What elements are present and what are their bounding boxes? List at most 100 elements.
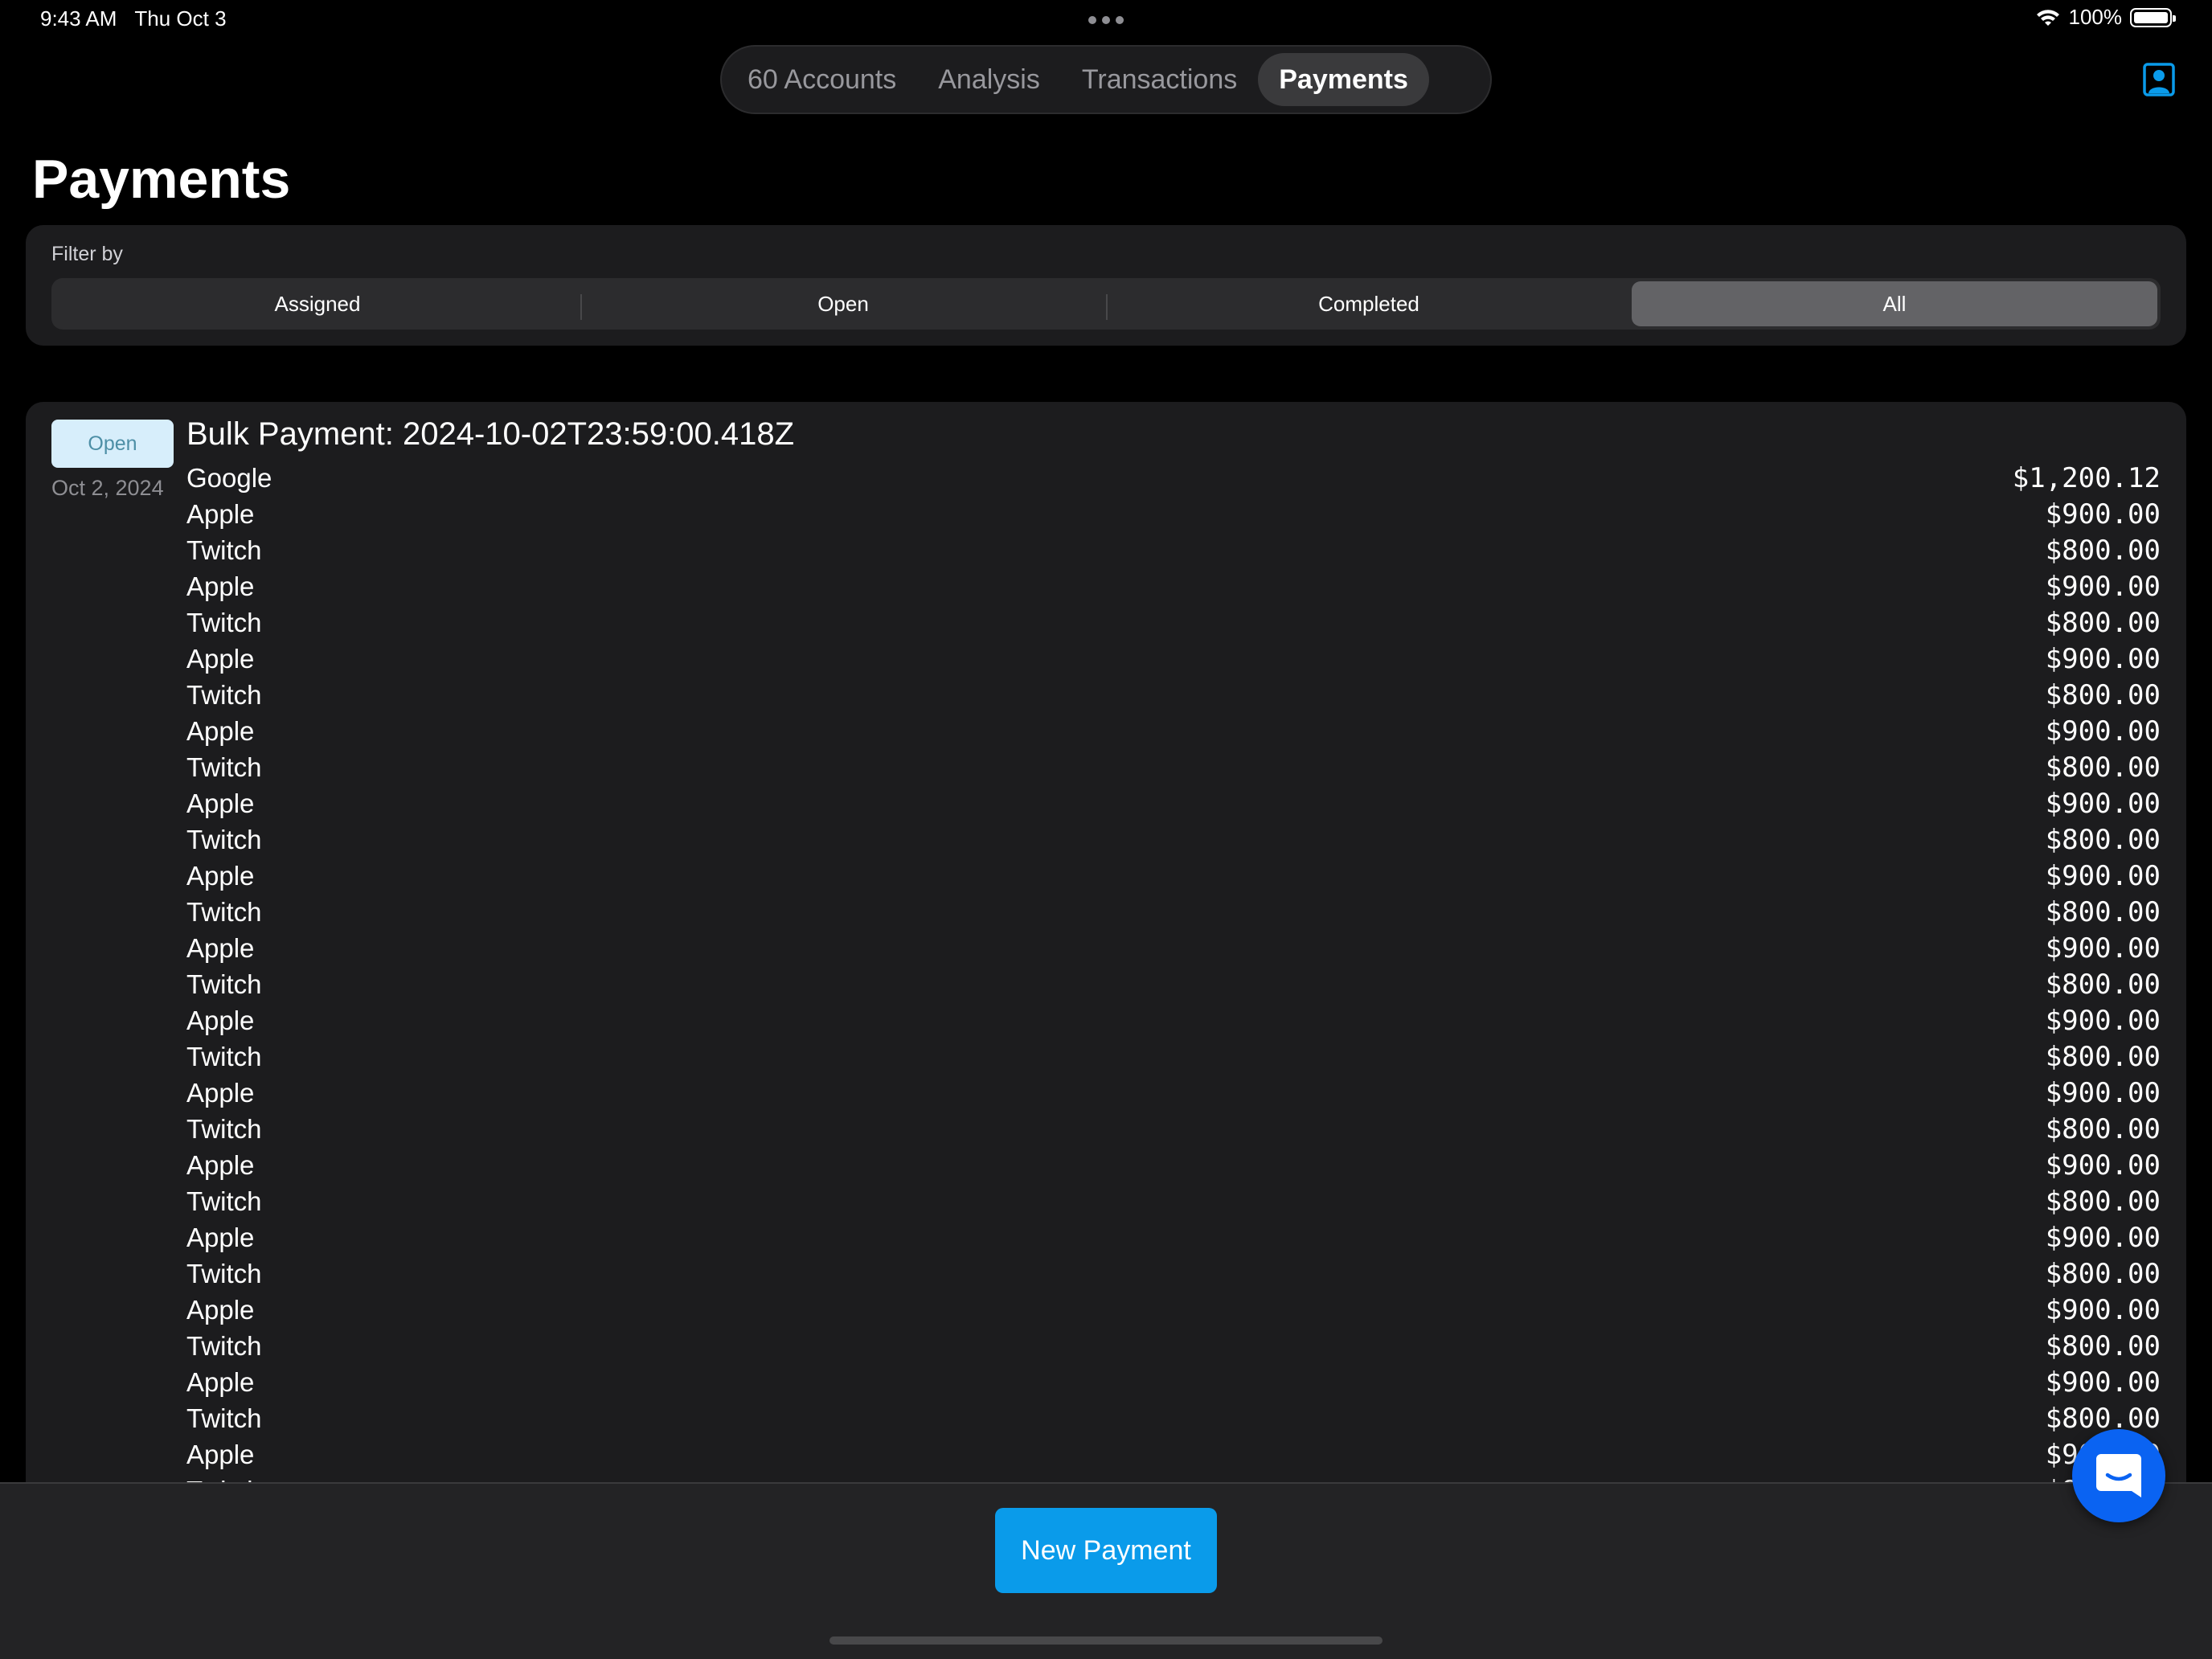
payment-item-row: Twitch $800.00 — [186, 1183, 2161, 1219]
payment-item-name: Apple — [186, 715, 255, 746]
payment-item-amount: $800.00 — [2045, 1402, 2161, 1435]
payment-items-list: Google $1,200.12 Apple $900.00 Twitch $800.00… — [186, 460, 2161, 1509]
payment-title: Bulk Payment: 2024-10-02T23:59:00.418Z — [186, 416, 795, 452]
page-title: Payments — [32, 149, 291, 210]
payment-item-row: Twitch $800.00 — [186, 966, 2161, 1002]
filter-assigned[interactable]: Assigned — [55, 281, 580, 326]
payment-item-row: Apple $900.00 — [186, 641, 2161, 677]
payment-card[interactable]: Open Oct 2, 2024 Bulk Payment: 2024-10-0… — [26, 402, 2186, 1659]
payment-item-name: Twitch — [186, 1041, 262, 1071]
payment-item-amount: $800.00 — [2045, 823, 2161, 856]
payment-item-row: Apple $900.00 — [186, 496, 2161, 532]
filter-open[interactable]: Open — [580, 281, 1106, 326]
filter-card: Filter by Assigned Open Completed All — [26, 225, 2186, 346]
person-square-icon[interactable] — [2143, 63, 2175, 96]
payment-item-name: Apple — [186, 1149, 255, 1180]
payment-item-name: Twitch — [186, 1330, 262, 1361]
payment-item-name: Apple — [186, 788, 255, 818]
status-date: Thu Oct 3 — [134, 6, 227, 31]
payment-item-amount: $900.00 — [2045, 498, 2161, 530]
filter-segmented-control: Assigned Open Completed All — [51, 278, 2161, 330]
status-right: 100% — [2035, 5, 2176, 30]
battery-icon — [2130, 7, 2176, 27]
payment-date: Oct 2, 2024 — [51, 476, 164, 500]
payment-item-row: Apple $900.00 — [186, 858, 2161, 894]
status-left: 9:43 AM Thu Oct 3 — [40, 6, 227, 31]
payment-item-name: Apple — [186, 1366, 255, 1397]
payment-item-amount: $900.00 — [2045, 1149, 2161, 1182]
payment-item-row: Apple$900.00 — [186, 1436, 2161, 1473]
payment-item-name: Apple — [186, 1222, 255, 1252]
payment-item-row: Twitch $800.00 — [186, 821, 2161, 858]
payment-item-amount: $800.00 — [2045, 1329, 2161, 1362]
payment-item-name: Apple — [186, 1005, 255, 1035]
payment-item-name: Twitch — [186, 679, 262, 710]
payment-item-amount: $900.00 — [2045, 642, 2161, 675]
payment-item-amount: $900.00 — [2045, 787, 2161, 820]
payment-item-amount: $900.00 — [2045, 570, 2161, 603]
payment-item-name: Apple — [186, 571, 255, 601]
payment-item-amount: $800.00 — [2045, 1112, 2161, 1145]
payment-item-amount: $900.00 — [2045, 859, 2161, 892]
payment-item-row: Twitch $800.00 — [186, 677, 2161, 713]
status-badge: Open — [51, 420, 174, 468]
payment-item-name: Twitch — [186, 824, 262, 854]
payment-item-name: Twitch — [186, 752, 262, 782]
payment-item-row: Twitch $800.00 — [186, 604, 2161, 641]
payment-item-amount: $800.00 — [2045, 1257, 2161, 1290]
payment-item-row: Apple $900.00 — [186, 568, 2161, 604]
payment-item-name: Twitch — [186, 607, 262, 637]
new-payment-button[interactable]: New Payment — [995, 1508, 1217, 1593]
payment-item-amount: $800.00 — [2045, 751, 2161, 784]
tab-transactions[interactable]: Transactions — [1061, 53, 1258, 106]
payment-item-row: Twitch $800.00 — [186, 894, 2161, 930]
payment-item-row: Apple$900.00 — [186, 1075, 2161, 1111]
payment-item-name: Twitch — [186, 1186, 262, 1216]
payment-item-row: Apple$900.00 — [186, 1364, 2161, 1400]
payment-item-name: Apple — [186, 498, 255, 529]
payment-item-name: Apple — [186, 860, 255, 891]
chat-button[interactable] — [2072, 1429, 2165, 1522]
payment-item-name: Twitch — [186, 1403, 262, 1433]
payment-item-row: Twitch $800.00 — [186, 749, 2161, 785]
payment-item-row: Twitch $800.00 — [186, 1328, 2161, 1364]
payment-item-name: Apple — [186, 1439, 255, 1469]
payment-item-row: Twitch $800.00 — [186, 1038, 2161, 1075]
tab-accounts[interactable]: 60 Accounts — [727, 53, 917, 106]
payment-item-amount: $800.00 — [2045, 895, 2161, 928]
filter-completed[interactable]: Completed — [1106, 281, 1632, 326]
payment-item-amount: $1,200.12 — [2012, 461, 2161, 494]
payment-item-amount: $900.00 — [2045, 1293, 2161, 1326]
tab-payments[interactable]: Payments — [1258, 53, 1429, 106]
payment-item-row: Twitch $800.00 — [186, 532, 2161, 568]
filter-label: Filter by — [51, 243, 123, 265]
payment-item-amount: $900.00 — [2045, 932, 2161, 965]
payment-item-name: Twitch — [186, 969, 262, 999]
payment-item-name: Apple — [186, 932, 255, 963]
payment-item-row: Apple$900.00 — [186, 713, 2161, 749]
payment-item-amount: $800.00 — [2045, 606, 2161, 639]
multitasking-dots-icon[interactable] — [1088, 16, 1124, 24]
tab-analysis[interactable]: Analysis — [917, 53, 1061, 106]
payment-item-name: Apple — [186, 1077, 255, 1108]
payment-item-row: Apple $900.00 — [186, 930, 2161, 966]
payment-item-amount: $800.00 — [2045, 678, 2161, 711]
battery-percent: 100% — [2068, 5, 2123, 29]
payment-item-name: Apple — [186, 643, 255, 674]
payment-item-row: Apple $900.00 — [186, 785, 2161, 821]
payment-item-name: Twitch — [186, 1258, 262, 1288]
filter-all[interactable]: All — [1632, 281, 2157, 326]
payment-item-row: Apple $900.00 — [186, 1219, 2161, 1256]
payment-item-amount: $800.00 — [2045, 534, 2161, 567]
payment-item-row: Apple $900.00 — [186, 1147, 2161, 1183]
top-tab-bar: 60 Accounts Analysis Transactions Paymen… — [722, 47, 1490, 113]
payment-item-name: Twitch — [186, 896, 262, 927]
payment-item-amount: $900.00 — [2045, 1221, 2161, 1254]
payment-item-amount: $800.00 — [2045, 968, 2161, 1001]
payment-item-row: Apple $900.00 — [186, 1002, 2161, 1038]
payment-item-row: Twitch $800.00 — [186, 1256, 2161, 1292]
payment-item-amount: $800.00 — [2045, 1040, 2161, 1073]
payment-item-row: Twitch $800.00 — [186, 1111, 2161, 1147]
payment-item-amount: $900.00 — [2045, 1004, 2161, 1037]
wifi-icon — [2036, 9, 2059, 26]
